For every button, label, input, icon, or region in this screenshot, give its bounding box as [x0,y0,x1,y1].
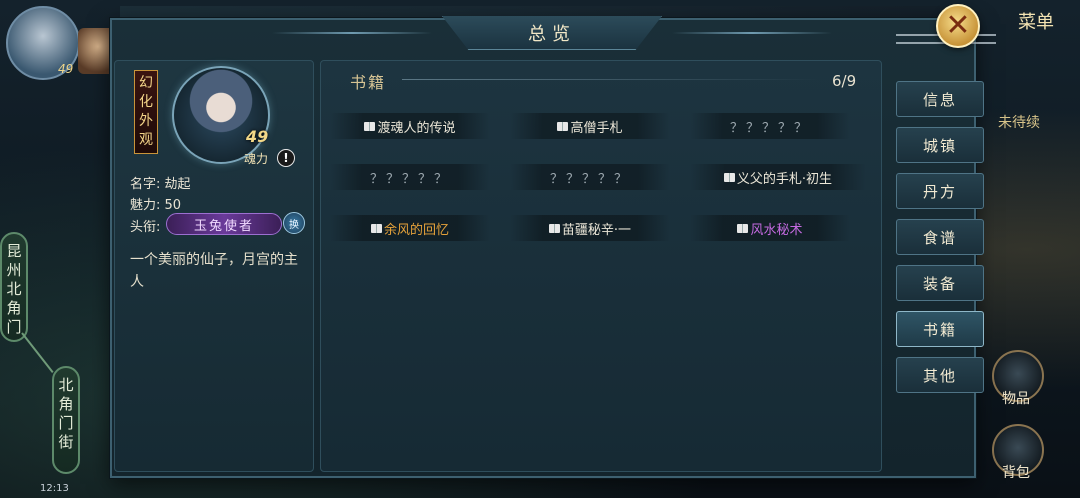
name-field: 名字: 劫起 [130,173,191,192]
appearance-char: 外 [139,113,153,129]
book-title: ？？？？？ [549,171,630,187]
book-title: ？？？？？ [729,120,810,136]
section-title: 书籍 [350,73,387,92]
swap-title-icon[interactable]: 换 [283,212,305,234]
book-title: ？？？？？ [369,171,450,187]
books-count: 6/9 [832,72,857,90]
info-icon[interactable]: ! [277,149,295,167]
book-item-locked: ？？？？？ [690,113,850,139]
book-title: 高僧手札 [570,120,623,136]
book-icon [364,121,376,131]
book-icon [557,121,569,131]
tab-equipment[interactable]: 装备 [896,265,984,301]
appearance-char: 幻 [139,75,153,91]
character-description: 一个美丽的仙子，月宫的主人 [130,252,298,290]
menu-title[interactable]: 菜单 [1018,8,1054,34]
charm-stat-value: 50 [164,198,182,213]
section-divider [402,79,822,80]
status-time: 12:13 [40,483,69,494]
book-item-locked: ？？？？？ [510,164,670,190]
name-value: 劫起 [164,177,191,192]
info-symbol: ! [283,151,289,165]
title-decoration-right [672,32,832,34]
title-decoration-left [272,32,432,34]
book-icon [737,223,749,233]
book-item[interactable]: 义父的手札·初生 [690,164,866,190]
tab-info[interactable]: 信息 [896,81,984,117]
book-item[interactable]: 苗疆秘辛·一 [510,215,670,241]
title-badge: 玉兔使者 [166,213,282,235]
map-location-north-street[interactable]: 北角门街 [52,366,80,474]
book-icon [548,223,560,233]
book-title: 渡魂人的传说 [377,120,456,136]
close-button[interactable]: ✕ [936,4,980,48]
title-field-label: 头衔: [130,220,161,235]
book-title: 苗疆秘辛·一 [561,222,632,238]
book-icon [370,223,382,233]
swap-label: 换 [289,219,299,231]
close-icon: ✕ [945,8,971,43]
charm-field: 魅力: 50 [130,194,181,213]
book-item-locked: ？？？？？ [330,164,490,190]
name-label: 名字: [130,177,161,192]
book-title: 义父的手札·初生 [736,171,833,187]
charm-stat-label: 魅力: [130,198,161,213]
modal-title-bar: 总览 [442,16,662,50]
bag-label: 背包 [1002,465,1030,481]
book-title: 风水秘术 [750,222,803,238]
pending-text: 未待续 [998,115,1040,131]
book-item[interactable]: 余风的回忆 [330,215,490,241]
appearance-button[interactable]: 幻 化 外 观 [134,70,158,154]
tab-towns[interactable]: 城镇 [896,127,984,163]
map-location-label: 北角门街 [58,376,74,451]
book-icon [723,172,735,182]
tab-recipes-food[interactable]: 食谱 [896,219,984,255]
soul-power-label: 魂力 [244,152,269,166]
tab-books[interactable]: 书籍 [896,311,984,347]
player-avatar-level: 49 [58,62,74,76]
items-label: 物品 [1002,391,1030,407]
appearance-char: 化 [139,94,153,110]
map-location-label: 昆州北角门 [6,242,22,336]
modal-title: 总览 [528,23,576,45]
book-item[interactable]: 渡魂人的传说 [330,113,490,139]
book-item[interactable]: 风水秘术 [690,215,850,241]
book-title: 余风的回忆 [383,222,449,238]
tab-other[interactable]: 其他 [896,357,984,393]
tab-recipes-pill[interactable]: 丹方 [896,173,984,209]
map-location-kunzhou-gate[interactable]: 昆州北角门 [0,232,28,342]
book-item[interactable]: 高僧手札 [510,113,670,139]
character-level: 49 [246,127,269,146]
appearance-char: 观 [139,132,153,148]
